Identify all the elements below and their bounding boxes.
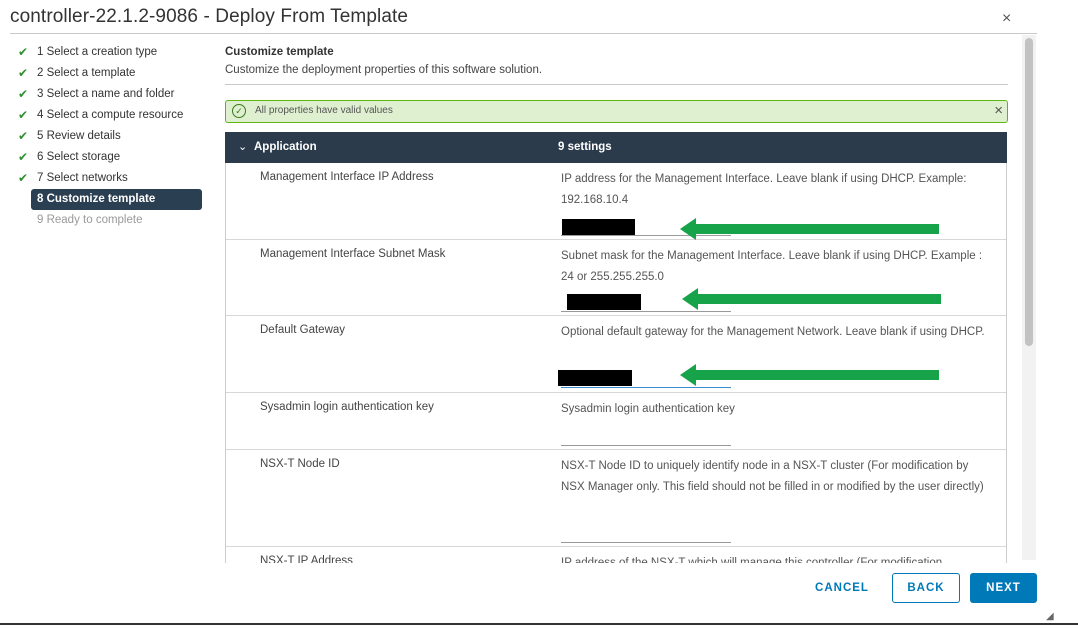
setting-description: Sysadmin login authentication key [561,403,735,415]
title-divider [10,33,1037,34]
next-button[interactable]: NEXT [970,573,1037,603]
annotation-arrow [696,294,941,304]
checkmark-icon: ✔ [18,150,29,164]
alert-text: All properties have valid values [255,105,393,116]
setting-label: Management Interface Subnet Mask [260,248,446,260]
setting-description: IP address of the NSX-T which will manag… [561,557,943,563]
step-6[interactable]: ✔ 6 Select storage [15,147,210,168]
scrollbar-thumb[interactable] [1025,38,1033,346]
redacted-value [562,219,635,235]
step-label: 8 Customize template [37,193,156,205]
setting-label: Sysadmin login authentication key [260,401,434,413]
step-5[interactable]: ✔ 5 Review details [15,126,210,147]
settings-count: 9 settings [558,141,612,153]
success-alert: ✓ All properties have valid values × [225,100,1008,123]
setting-row: Management Interface Subnet Mask Subnet … [226,240,1006,316]
window-title: controller-22.1.2-9086 - Deploy From Tem… [10,6,409,27]
annotation-arrow [694,370,939,380]
setting-row: NSX-T Node ID NSX-T Node ID to uniquely … [226,450,1006,547]
nsx-node-id-input[interactable] [561,542,731,543]
setting-description: NSX-T Node ID to uniquely identify node … [561,460,984,493]
step-label: 2 Select a template [37,67,136,79]
setting-label: Default Gateway [260,324,346,336]
step-label: 5 Review details [37,130,121,142]
step-8-active[interactable]: 8 Customize template [31,189,202,210]
redacted-value [558,370,632,386]
subnet-mask-input[interactable] [561,311,731,312]
close-icon[interactable]: × [1002,10,1011,28]
setting-label: NSX-T IP Address [260,555,353,563]
header-divider [225,84,1008,85]
cancel-button[interactable]: CANCEL [806,573,878,603]
page-subtitle: Customize the deployment properties of t… [225,64,543,76]
setting-row: NSX-T IP Address IP address of the NSX-T… [226,547,1006,563]
checkmark-icon: ✔ [18,45,29,59]
default-gateway-input[interactable] [561,387,731,388]
page-title: Customize template [225,46,334,58]
back-button[interactable]: BACK [892,573,960,603]
ip-address-input[interactable] [561,235,731,236]
setting-label: NSX-T Node ID [260,458,340,470]
checkmark-icon: ✔ [18,108,29,122]
checkmark-icon: ✔ [18,87,29,101]
group-name: Application [254,141,317,153]
resize-handle-icon[interactable]: ◢ [1046,611,1054,622]
annotation-arrow [694,224,939,234]
setting-description: Subnet mask for the Management Interface… [561,250,983,283]
bottom-border [0,623,1078,625]
step-3[interactable]: ✔ 3 Select a name and folder [15,84,210,105]
step-label: 9 Ready to complete [37,214,143,226]
setting-row: Management Interface IP Address IP addre… [226,163,1006,240]
close-alert-icon[interactable]: × [994,102,1003,119]
chevron-down-icon[interactable]: ⌄ [238,140,247,153]
check-circle-icon: ✓ [232,104,246,118]
step-label: 6 Select storage [37,151,121,163]
step-2[interactable]: ✔ 2 Select a template [15,63,210,84]
settings-table[interactable]: Management Interface IP Address IP addre… [225,163,1007,563]
setting-row: Sysadmin login authentication key Sysadm… [226,393,1006,450]
step-9: 9 Ready to complete [15,210,210,231]
step-label: 1 Select a creation type [37,46,158,58]
step-7[interactable]: ✔ 7 Select networks [15,168,210,189]
step-label: 7 Select networks [37,172,128,184]
redacted-value [567,294,641,310]
step-label: 4 Select a compute resource [37,109,184,121]
step-1[interactable]: ✔ 1 Select a creation type [15,42,210,63]
checkmark-icon: ✔ [18,171,29,185]
setting-description: IP address for the Management Interface.… [561,173,967,206]
wizard-steps: ✔ 1 Select a creation type ✔ 2 Select a te… [15,42,210,231]
sysadmin-key-input[interactable] [561,445,731,446]
step-4[interactable]: ✔ 4 Select a compute resource [15,105,210,126]
checkmark-icon: ✔ [18,129,29,143]
setting-description: Optional default gateway for the Managem… [561,326,985,338]
step-label: 3 Select a name and folder [37,88,175,100]
settings-group-header[interactable]: ⌄ Application 9 settings [225,132,1007,163]
checkmark-icon: ✔ [18,66,29,80]
setting-row: Default Gateway Optional default gateway… [226,316,1006,393]
setting-label: Management Interface IP Address [260,171,434,183]
